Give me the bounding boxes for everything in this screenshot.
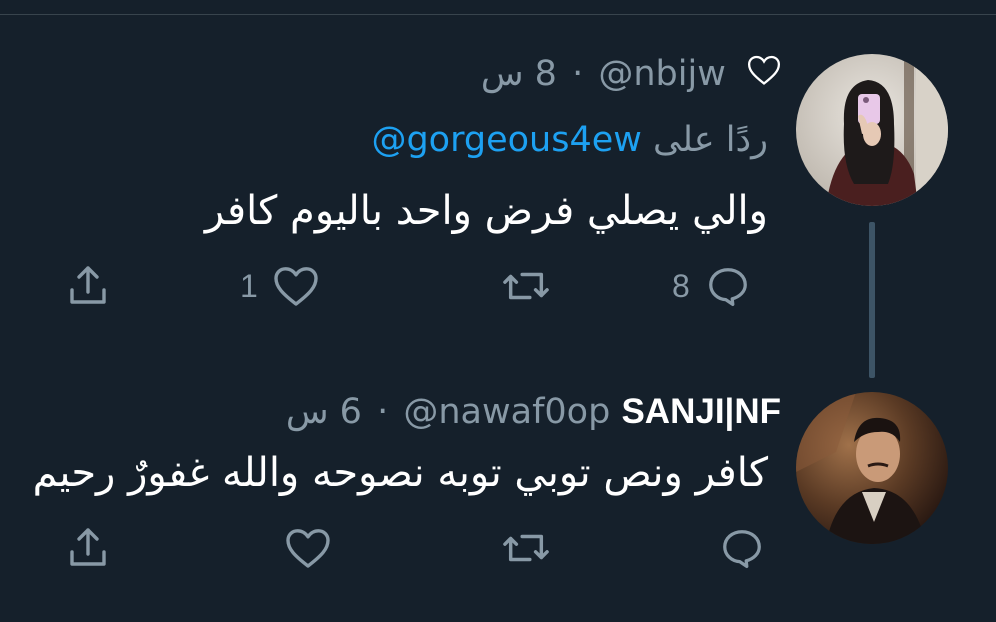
- tweet-time[interactable]: 6 س: [286, 392, 362, 432]
- tweet-meta: SANJI|NF @nawaf0op · 6 س: [286, 390, 781, 434]
- reply-button[interactable]: [718, 518, 766, 578]
- meta-separator: ·: [377, 392, 389, 432]
- tweet-actions: [0, 518, 996, 578]
- share-icon: [64, 524, 112, 572]
- reply-icon: [718, 525, 766, 571]
- retweet-icon: [500, 525, 552, 571]
- tweet-2[interactable]: SANJI|NF @nawaf0op · 6 س كافر ونص توبي ت…: [0, 0, 996, 622]
- user-handle[interactable]: @nawaf0op: [403, 392, 610, 432]
- share-button[interactable]: [64, 518, 112, 578]
- tweet-text: كافر ونص توبي توبه نصوحه والله غفورٌ رحي…: [32, 450, 768, 496]
- display-name[interactable]: SANJI|NF: [621, 392, 781, 431]
- retweet-button[interactable]: [500, 518, 552, 578]
- like-icon: [284, 525, 332, 571]
- like-button[interactable]: [284, 518, 332, 578]
